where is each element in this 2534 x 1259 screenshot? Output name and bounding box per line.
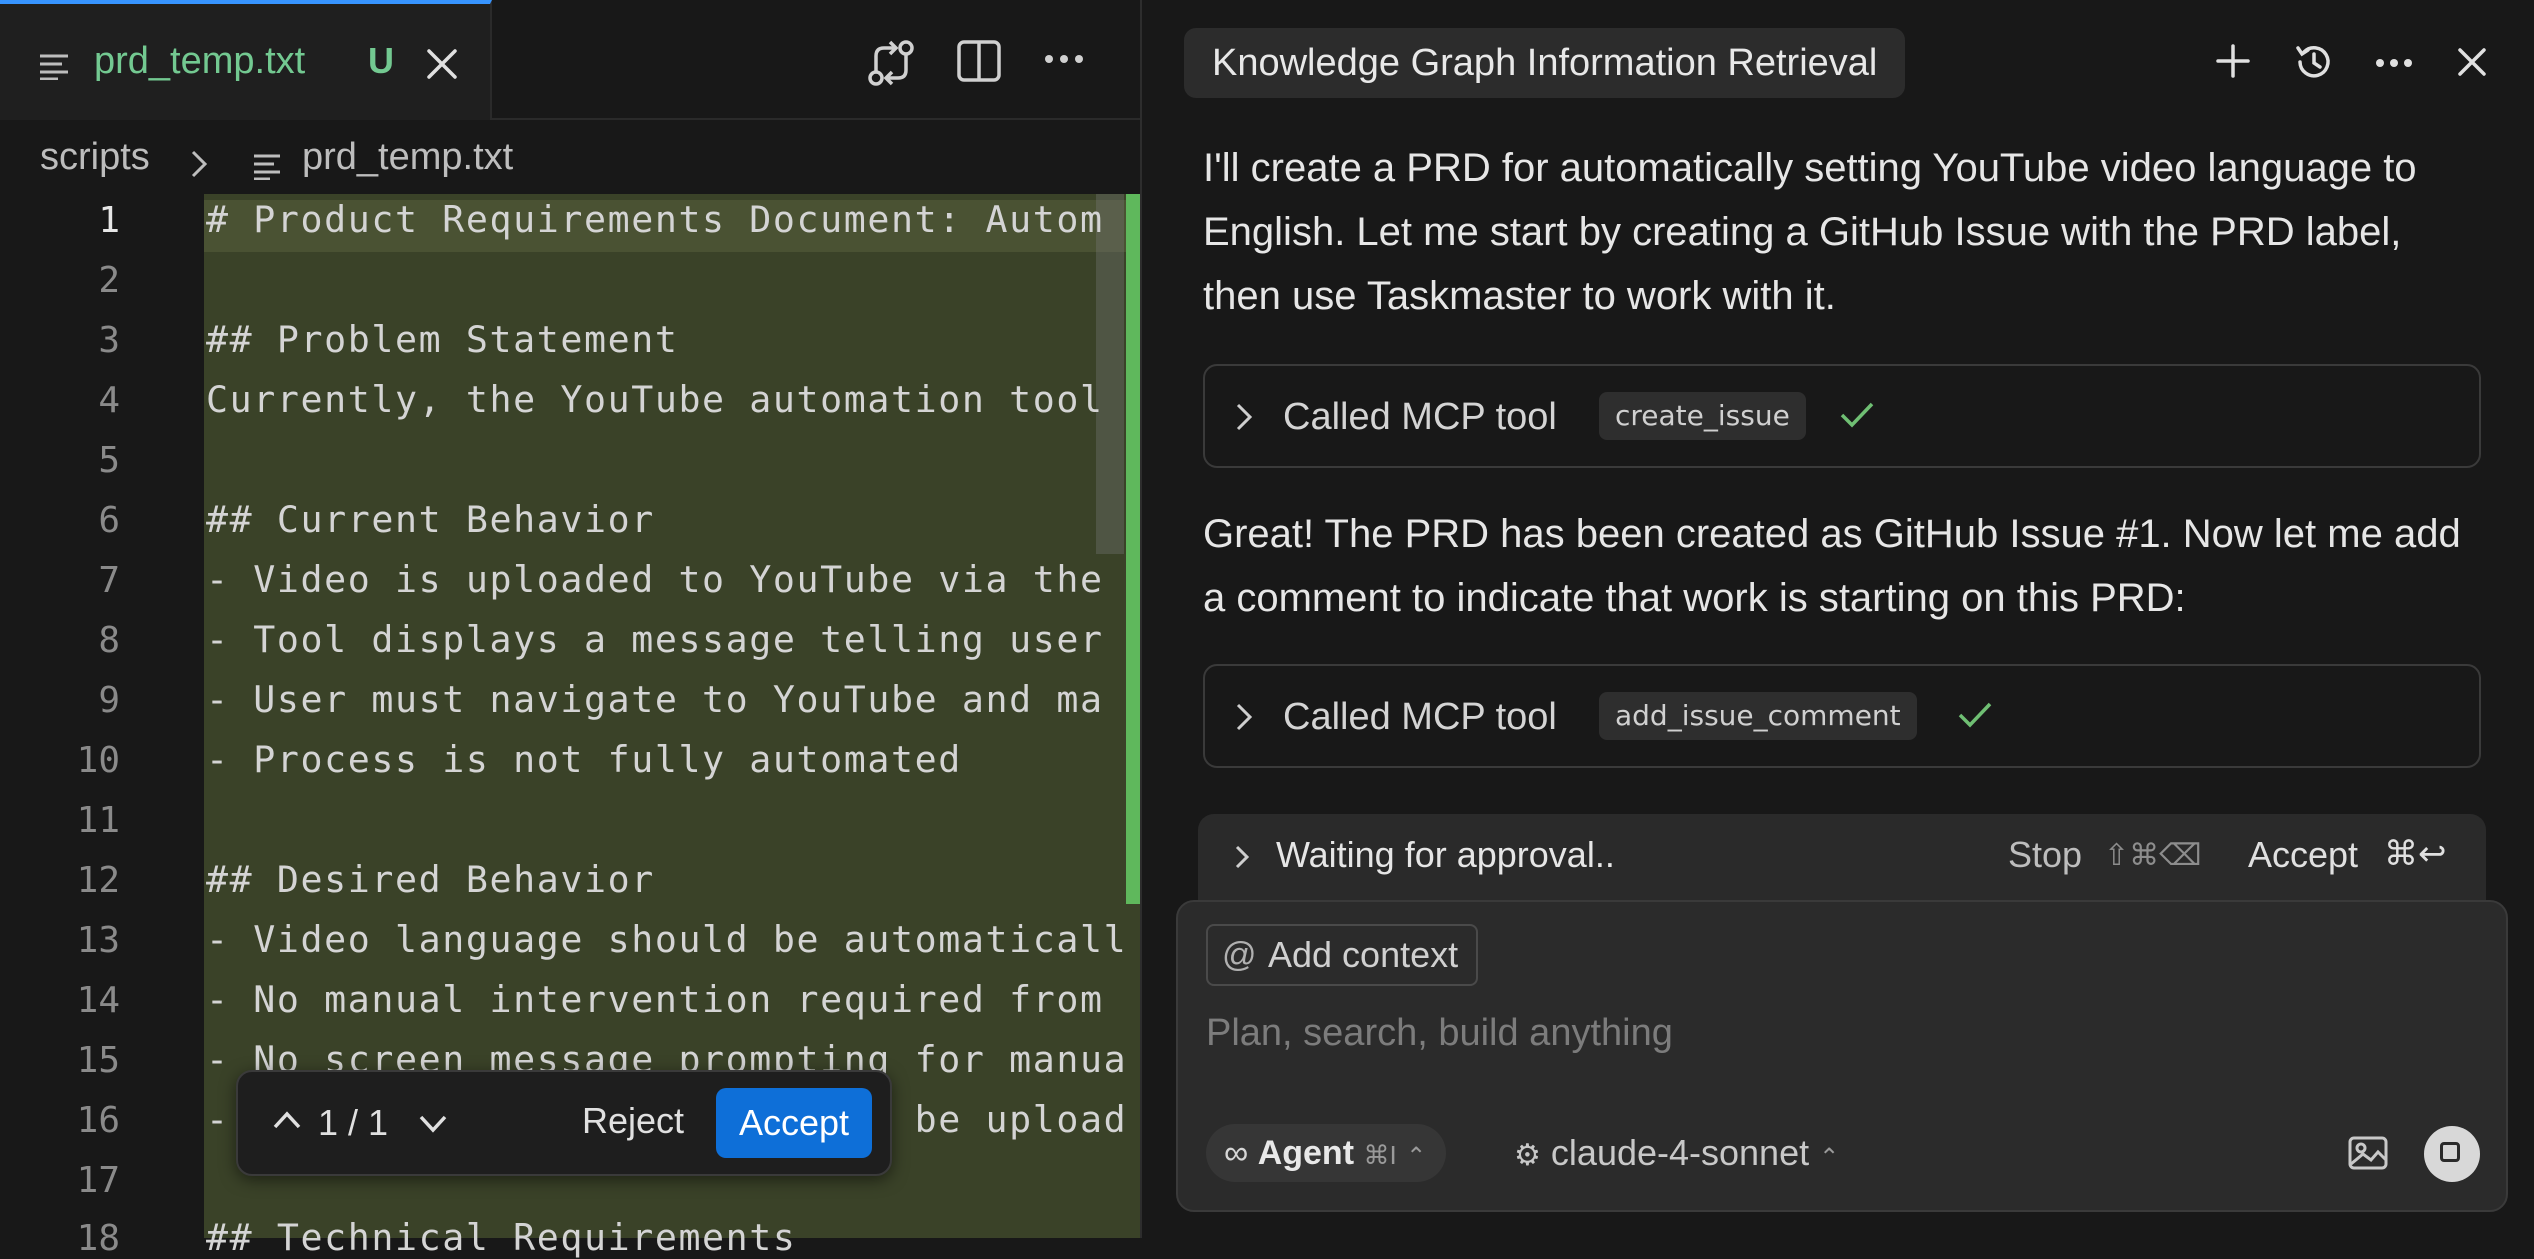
mode-label: Agent	[1257, 1134, 1355, 1172]
stop-shortcut: ⇧⌘⌫	[2104, 839, 2202, 872]
reject-button[interactable]: Reject	[582, 1100, 684, 1142]
code-line: ## Current Behavior	[206, 498, 655, 541]
tool-call-label: Called MCP tool	[1283, 696, 1557, 738]
more-options-icon[interactable]	[2376, 58, 2412, 68]
checkmark-icon	[1839, 400, 1875, 430]
change-counter: 1 / 1	[318, 1102, 389, 1143]
diff-review-toolbar: 1 / 1 Reject Accept	[236, 1070, 892, 1176]
tool-call-collapsible[interactable]: Called MCP tool add_issue_comment	[1203, 664, 2481, 768]
stop-generation-button[interactable]	[2424, 1126, 2480, 1182]
close-icon[interactable]	[424, 46, 460, 82]
line-number: 3	[98, 320, 120, 361]
approval-status: Waiting for approval..	[1276, 834, 1615, 875]
code-line: # Product Requirements Document: Autom	[206, 198, 1104, 241]
code-line: - Process is not fully automated	[206, 738, 962, 781]
code-line: - Tool displays a message telling user	[206, 618, 1104, 661]
line-number: 12	[76, 860, 120, 901]
code-line: Currently, the YouTube automation tool	[206, 378, 1104, 421]
assistant-message: Great! The PRD has been created as GitHu…	[1203, 512, 2461, 620]
chevron-up-icon: ⌃	[1406, 1143, 1427, 1170]
infinity-icon: ∞	[1224, 1134, 1249, 1172]
line-number: 16	[76, 1100, 120, 1141]
source-control-compare-icon[interactable]	[866, 38, 916, 88]
code-line: - Video is uploaded to YouTube via the	[206, 558, 1104, 601]
line-number: 18	[76, 1218, 120, 1259]
tab-filename: prd_temp.txt	[94, 40, 306, 82]
code-line: ## Desired Behavior	[206, 858, 655, 901]
editor-tab-bar: prd_temp.txt U	[0, 0, 1140, 120]
accept-button[interactable]: Accept	[716, 1088, 872, 1158]
brain-icon: ⚙	[1514, 1139, 1541, 1172]
line-number: 17	[76, 1160, 120, 1201]
line-number: 10	[76, 740, 120, 781]
chevron-right-icon	[1235, 402, 1253, 432]
code-line: - User must navigate to YouTube and ma	[206, 678, 1104, 721]
line-number: 14	[76, 980, 120, 1021]
breadcrumb-file[interactable]: prd_temp.txt	[302, 136, 513, 179]
chevron-up-icon: ⌃	[1819, 1144, 1840, 1171]
line-number: 9	[98, 680, 120, 721]
breadcrumb: scripts prd_temp.txt	[0, 124, 1140, 194]
chat-title[interactable]: Knowledge Graph Information Retrieval	[1184, 28, 1906, 98]
code-line: - No manual intervention required from	[206, 978, 1104, 1021]
code-line: - Video language should be automaticall	[206, 918, 1128, 961]
chevron-right-icon	[1235, 702, 1253, 732]
code-line: ## Problem Statement	[206, 318, 679, 361]
chevron-right-icon[interactable]	[1234, 844, 1250, 870]
model-selector[interactable]: ⚙ claude-4-sonnet ⌃	[1514, 1132, 1839, 1174]
tool-call-label: Called MCP tool	[1283, 396, 1557, 438]
more-actions-icon[interactable]	[1044, 54, 1084, 64]
add-context-label: Add context	[1268, 934, 1459, 975]
chevron-up-icon[interactable]	[272, 1110, 302, 1130]
line-number: 15	[76, 1040, 120, 1081]
line-number: 6	[98, 500, 120, 541]
new-chat-icon[interactable]	[2216, 44, 2250, 78]
chevron-down-icon[interactable]	[418, 1114, 448, 1134]
mode-selector[interactable]: ∞ Agent ⌘I ⌃	[1206, 1124, 1447, 1182]
assistant-message: I'll create a PRD for automatically sett…	[1203, 146, 2417, 318]
tool-call-collapsible[interactable]: Called MCP tool create_issue	[1203, 364, 2481, 468]
chat-composer: @ Add context Plan, search, build anythi…	[1176, 900, 2508, 1212]
text-file-icon	[254, 154, 282, 180]
add-context-button[interactable]: @ Add context	[1206, 924, 1479, 986]
split-editor-icon[interactable]	[956, 38, 1002, 84]
line-number: 1	[98, 200, 120, 241]
line-number: 13	[76, 920, 120, 961]
line-number: 11	[76, 800, 120, 841]
line-number: 5	[98, 440, 120, 481]
accept-shortcut: ⌘↩	[2384, 835, 2447, 873]
accept-command-button[interactable]: Accept	[2248, 834, 2358, 876]
tool-name-badge: add_issue_comment	[1599, 692, 1917, 740]
mode-shortcut: ⌘I	[1363, 1140, 1397, 1170]
breadcrumb-folder[interactable]: scripts	[40, 136, 150, 179]
chevron-right-icon	[190, 150, 208, 178]
text-file-icon	[40, 54, 70, 80]
tool-name-badge: create_issue	[1599, 392, 1806, 440]
stop-button[interactable]: Stop	[2008, 834, 2082, 876]
line-number: 4	[98, 380, 120, 421]
line-number: 8	[98, 620, 120, 661]
tab-prd-temp[interactable]: prd_temp.txt U	[0, 0, 492, 120]
image-icon[interactable]	[2348, 1136, 2388, 1170]
at-sign-icon: @	[1222, 936, 1257, 974]
untracked-badge: U	[368, 40, 394, 81]
checkmark-icon	[1957, 700, 1993, 730]
line-number: 2	[98, 260, 120, 301]
model-label: claude-4-sonnet	[1550, 1132, 1810, 1173]
line-number: 7	[98, 560, 120, 601]
chat-input[interactable]: Plan, search, build anything	[1206, 1012, 1673, 1055]
close-icon[interactable]	[2456, 46, 2488, 78]
history-icon[interactable]	[2294, 42, 2334, 82]
stop-square-icon	[2440, 1142, 2460, 1162]
